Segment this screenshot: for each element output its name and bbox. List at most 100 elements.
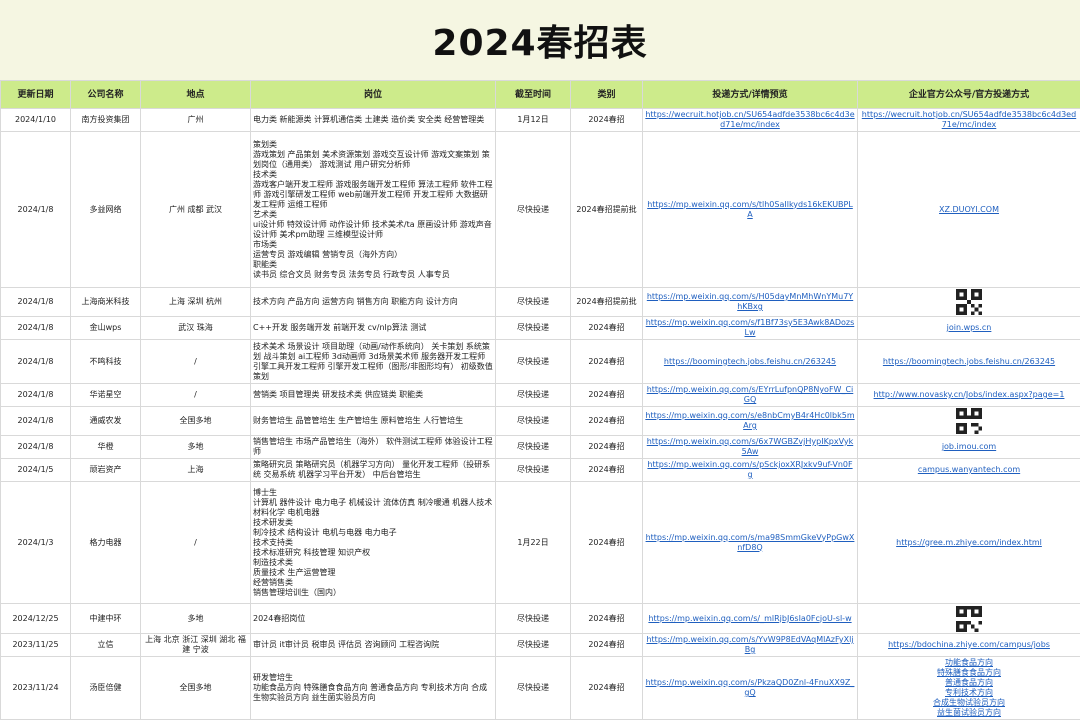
cell-company: 南方投资集团: [71, 109, 141, 132]
cell-deadline: 尽快投递: [496, 407, 571, 436]
cell-location: 广州 成都 武汉: [141, 132, 251, 288]
header-apply-link: 投递方式/详情预览: [643, 81, 858, 109]
cell-deadline: 1月12日: [496, 109, 571, 132]
cell-category: 2024春招: [571, 384, 643, 407]
official-link[interactable]: 功能食品方向 特殊膳食食品方向 普通食品方向 专利技术方向 合成生物试验员方向 …: [858, 657, 1080, 720]
cell-positions: 策划类 游戏策划 产品策划 美术资源策划 游戏交互设计师 游戏文案策划 策划岗位…: [251, 132, 496, 288]
cell-positions: 财务管培生 品管管培生 生产管培生 原料管培生 人行管培生: [251, 407, 496, 436]
cell-date: 2024/1/8: [1, 436, 71, 459]
cell-deadline: 尽快投递: [496, 436, 571, 459]
apply-link[interactable]: https://mp.weixin.qq.com/s/PkzaQD0Znl-4F…: [643, 657, 858, 720]
table-row: 2024/1/8 华橙 多地 销售管培生 市场产品管培生（海外） 软件测试工程师…: [1, 436, 1080, 459]
official-link[interactable]: http://www.novasky.cn/Jobs/index.aspx?pa…: [858, 384, 1080, 407]
cell-deadline: 尽快投递: [496, 317, 571, 340]
cell-date: 2024/1/8: [1, 384, 71, 407]
cell-date: 2024/1/5: [1, 459, 71, 482]
cell-location: 上海 北京 浙江 深圳 湖北 福建 宁波: [141, 634, 251, 657]
header-official-channel: 企业官方公众号/官方投递方式: [858, 81, 1080, 109]
apply-link[interactable]: https://mp.weixin.qq.com/s/EYrrLufpnQP8N…: [643, 384, 858, 407]
table-row: 2024/1/10 南方投资集团 广州 电力类 新能源类 计算机通信类 土建类 …: [1, 109, 1080, 132]
cell-date: 2024/1/10: [1, 109, 71, 132]
cell-category: 2024春招: [571, 317, 643, 340]
apply-link[interactable]: https://wecruit.hotjob.cn/SU654adfde3538…: [643, 109, 858, 132]
cell-deadline: 尽快投递: [496, 340, 571, 384]
cell-location: 多地: [141, 604, 251, 634]
cell-company: 华橙: [71, 436, 141, 459]
official-link[interactable]: campus.wanyantech.com: [858, 459, 1080, 482]
cell-company: 格力电器: [71, 482, 141, 604]
official-link[interactable]: https://wecruit.hotjob.cn/SU654adfde3538…: [858, 109, 1080, 132]
cell-company: 通威农发: [71, 407, 141, 436]
cell-location: /: [141, 482, 251, 604]
cell-date: 2023/11/24: [1, 657, 71, 720]
qr-code-icon[interactable]: [956, 408, 982, 434]
official-link[interactable]: job.imou.com: [858, 436, 1080, 459]
cell-category: 2024春招: [571, 340, 643, 384]
cell-date: 2024/1/3: [1, 482, 71, 604]
apply-link[interactable]: https://mp.weixin.qq.com/s/YvW9P8EdVAqMl…: [643, 634, 858, 657]
cell-company: 金山wps: [71, 317, 141, 340]
cell-deadline: 尽快投递: [496, 634, 571, 657]
cell-company: 顽岩资产: [71, 459, 141, 482]
apply-link[interactable]: https://mp.weixin.qq.com/s/e8nbCmyB4r4Hc…: [643, 407, 858, 436]
header-positions: 岗位: [251, 81, 496, 109]
apply-link[interactable]: https://mp.weixin.qq.com/s/_mlRjbJ6sIa0F…: [643, 604, 858, 634]
table-row: 2024/1/8 华诺星空 / 营销类 项目管理类 研发技术类 供应链类 职能类…: [1, 384, 1080, 407]
cell-category: 2024春招: [571, 109, 643, 132]
official-link[interactable]: XZ.DUOYI.COM: [858, 132, 1080, 288]
cell-date: 2024/1/8: [1, 407, 71, 436]
cell-positions: C++开发 服务端开发 前端开发 cv/nlp算法 测试: [251, 317, 496, 340]
cell-positions: 审计员 it审计员 税审员 评估员 咨询顾问 工程咨询院: [251, 634, 496, 657]
apply-link[interactable]: https://mp.weixin.qq.com/s/tlh0SaIlkyds1…: [643, 132, 858, 288]
cell-category: 2024春招: [571, 657, 643, 720]
table-row: 2024/1/8 上海商米科技 上海 深圳 杭州 技术方向 产品方向 运营方向 …: [1, 288, 1080, 317]
cell-location: 上海 深圳 杭州: [141, 288, 251, 317]
official-qr-cell: [858, 407, 1080, 436]
cell-date: 2024/1/8: [1, 132, 71, 288]
cell-positions: 研发管培生 功能食品方向 特殊膳食食品方向 普通食品方向 专利技术方向 合成生物…: [251, 657, 496, 720]
cell-positions: 营销类 项目管理类 研发技术类 供应链类 职能类: [251, 384, 496, 407]
table-row: 2023/11/25 立信 上海 北京 浙江 深圳 湖北 福建 宁波 审计员 i…: [1, 634, 1080, 657]
cell-company: 多益网络: [71, 132, 141, 288]
cell-company: 华诺星空: [71, 384, 141, 407]
page-title: 2024春招表: [0, 0, 1080, 80]
cell-company: 不鸣科技: [71, 340, 141, 384]
cell-positions: 技术美术 场景设计 项目助理（动画/动作系统向） 关卡策划 系统策划 战斗策划 …: [251, 340, 496, 384]
header-category: 类别: [571, 81, 643, 109]
header-row: 更新日期 公司名称 地点 岗位 截至时间 类别 投递方式/详情预览 企业官方公众…: [1, 81, 1080, 109]
apply-link[interactable]: https://mp.weixin.qq.com/s/ma98SmmGkeVyP…: [643, 482, 858, 604]
cell-location: 广州: [141, 109, 251, 132]
table-row: 2024/1/8 多益网络 广州 成都 武汉 策划类 游戏策划 产品策划 美术资…: [1, 132, 1080, 288]
table-row: 2024/1/8 金山wps 武汉 珠海 C++开发 服务端开发 前端开发 cv…: [1, 317, 1080, 340]
cell-location: /: [141, 384, 251, 407]
table-row: 2024/12/25 中建中环 多地 2024春招岗位 尽快投递 2024春招 …: [1, 604, 1080, 634]
cell-category: 2024春招提前批: [571, 132, 643, 288]
apply-link[interactable]: https://boomingtech.jobs.feishu.cn/26324…: [643, 340, 858, 384]
official-link[interactable]: https://gree.m.zhiye.com/index.html: [858, 482, 1080, 604]
cell-deadline: 尽快投递: [496, 288, 571, 317]
cell-category: 2024春招: [571, 482, 643, 604]
header-company: 公司名称: [71, 81, 141, 109]
apply-link[interactable]: https://mp.weixin.qq.com/s/6x7WGBZvjHypI…: [643, 436, 858, 459]
apply-link[interactable]: https://mp.weixin.qq.com/s/H05dayMnMhWnY…: [643, 288, 858, 317]
qr-code-icon[interactable]: [956, 606, 982, 632]
qr-code-icon[interactable]: [956, 289, 982, 315]
cell-company: 汤臣倍健: [71, 657, 141, 720]
cell-positions: 技术方向 产品方向 运营方向 销售方向 职能方向 设计方向: [251, 288, 496, 317]
cell-company: 上海商米科技: [71, 288, 141, 317]
cell-date: 2024/1/8: [1, 340, 71, 384]
header-deadline: 截至时间: [496, 81, 571, 109]
apply-link[interactable]: https://mp.weixin.qq.com/s/pSckjoxXRJxkv…: [643, 459, 858, 482]
official-link[interactable]: https://boomingtech.jobs.feishu.cn/26324…: [858, 340, 1080, 384]
cell-location: 武汉 珠海: [141, 317, 251, 340]
cell-date: 2024/1/8: [1, 317, 71, 340]
cell-positions: 博士生 计算机 器件设计 电力电子 机械设计 流体仿真 制冷暖通 机器人技术 材…: [251, 482, 496, 604]
table-row: 2024/1/3 格力电器 / 博士生 计算机 器件设计 电力电子 机械设计 流…: [1, 482, 1080, 604]
apply-link[interactable]: https://mp.weixin.qq.com/s/f1Bf73sy5E3Aw…: [643, 317, 858, 340]
cell-category: 2024春招: [571, 436, 643, 459]
official-link[interactable]: https://bdochina.zhiye.com/campus/jobs: [858, 634, 1080, 657]
official-link[interactable]: join.wps.cn: [858, 317, 1080, 340]
cell-deadline: 尽快投递: [496, 657, 571, 720]
cell-positions: 2024春招岗位: [251, 604, 496, 634]
cell-location: 全国多地: [141, 407, 251, 436]
